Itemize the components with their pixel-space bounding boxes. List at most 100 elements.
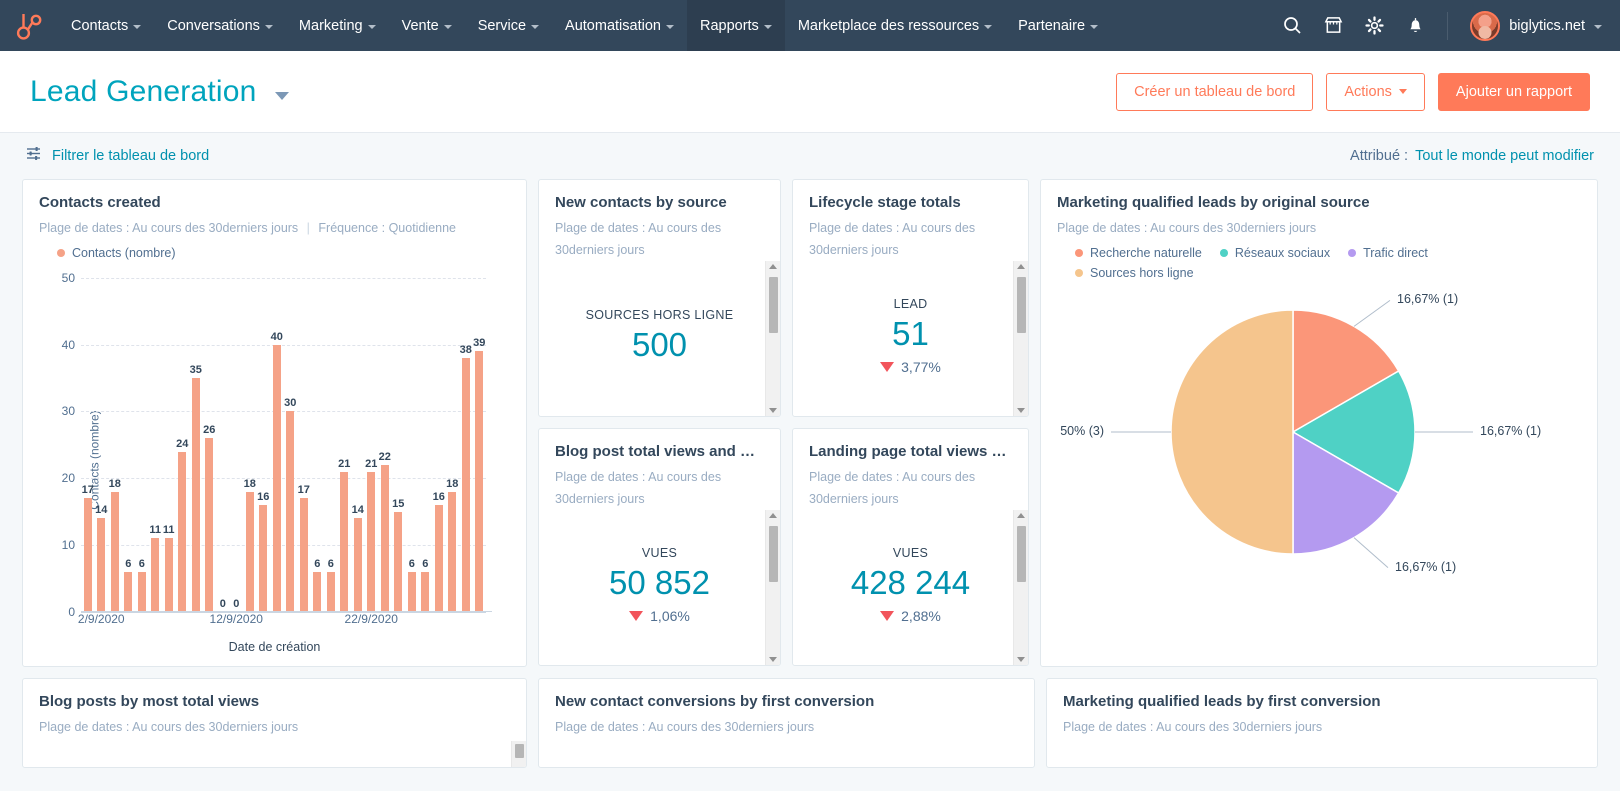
bar-slot[interactable]: 11 bbox=[149, 278, 163, 612]
bar[interactable] bbox=[421, 571, 430, 612]
bar-slot[interactable]: 0 bbox=[230, 278, 244, 612]
bar-slot[interactable]: 6 bbox=[135, 278, 149, 612]
marketplace-icon[interactable] bbox=[1324, 16, 1343, 35]
bar[interactable] bbox=[286, 411, 295, 612]
scrollbar-thumb[interactable] bbox=[1017, 526, 1026, 582]
nav-item-vente[interactable]: Vente bbox=[389, 0, 465, 51]
bar[interactable] bbox=[110, 491, 119, 612]
bar[interactable] bbox=[151, 538, 160, 612]
bar-slot[interactable]: 39 bbox=[473, 278, 487, 612]
bar-slot[interactable]: 18 bbox=[108, 278, 122, 612]
bar[interactable] bbox=[299, 498, 308, 612]
bar[interactable] bbox=[367, 471, 376, 612]
bar-slot[interactable]: 21 bbox=[365, 278, 379, 612]
nav-item-automatisation[interactable]: Automatisation bbox=[552, 0, 687, 51]
bar[interactable] bbox=[475, 351, 484, 612]
create-dashboard-button[interactable]: Créer un tableau de bord bbox=[1116, 72, 1314, 111]
legend-item[interactable]: Contacts (nombre) bbox=[57, 246, 176, 260]
dashboard-title-selector[interactable]: Lead Generation bbox=[30, 75, 289, 109]
mql-original-source-pie-chart[interactable]: 16,67% (1) 16,67% (1) 16,67% (1) 50% (3) bbox=[1041, 280, 1597, 598]
bar[interactable] bbox=[461, 358, 470, 612]
card-scrollbar[interactable] bbox=[1013, 261, 1028, 416]
bar-slot[interactable]: 16 bbox=[432, 278, 446, 612]
actions-menu-button[interactable]: Actions bbox=[1326, 72, 1425, 111]
scroll-down-arrow-icon[interactable] bbox=[769, 657, 777, 662]
card-scrollbar[interactable] bbox=[765, 261, 780, 416]
card-scrollbar[interactable] bbox=[1013, 510, 1028, 665]
bar[interactable] bbox=[326, 571, 335, 612]
bar-slot[interactable]: 17 bbox=[81, 278, 95, 612]
bar-slot[interactable]: 22 bbox=[378, 278, 392, 612]
bar[interactable] bbox=[83, 498, 92, 612]
bar[interactable] bbox=[380, 464, 389, 612]
bar[interactable] bbox=[434, 505, 443, 612]
bar-slot[interactable]: 15 bbox=[392, 278, 406, 612]
bar[interactable] bbox=[137, 571, 146, 612]
scroll-down-arrow-icon[interactable] bbox=[1017, 657, 1025, 662]
legend-item[interactable]: Réseaux sociaux bbox=[1219, 246, 1330, 260]
scroll-down-arrow-icon[interactable] bbox=[769, 408, 777, 413]
bar-slot[interactable]: 38 bbox=[459, 278, 473, 612]
bar-slot[interactable]: 18 bbox=[446, 278, 460, 612]
hubspot-sprocket-logo-icon[interactable] bbox=[0, 11, 58, 41]
pie-slice[interactable] bbox=[1170, 309, 1294, 555]
bar-slot[interactable]: 30 bbox=[284, 278, 298, 612]
bar[interactable] bbox=[353, 518, 362, 612]
nav-item-partenaire[interactable]: Partenaire bbox=[1005, 0, 1111, 51]
bar-slot[interactable]: 14 bbox=[95, 278, 109, 612]
nav-item-marketing[interactable]: Marketing bbox=[286, 0, 389, 51]
bar-slot[interactable]: 16 bbox=[257, 278, 271, 612]
account-menu[interactable]: biglytics.net bbox=[1470, 10, 1602, 41]
nav-item-marketplace-des-ressources[interactable]: Marketplace des ressources bbox=[785, 0, 1005, 51]
bar-slot[interactable]: 17 bbox=[297, 278, 311, 612]
bar[interactable] bbox=[164, 538, 173, 612]
scroll-up-arrow-icon[interactable] bbox=[1017, 513, 1025, 518]
bar-slot[interactable]: 18 bbox=[243, 278, 257, 612]
bar[interactable] bbox=[191, 378, 200, 612]
bar[interactable] bbox=[245, 491, 254, 612]
bar[interactable] bbox=[340, 471, 349, 612]
bar[interactable] bbox=[205, 438, 214, 612]
bar[interactable] bbox=[259, 505, 268, 612]
nav-item-contacts[interactable]: Contacts bbox=[58, 0, 154, 51]
add-report-button[interactable]: Ajouter un rapport bbox=[1437, 72, 1590, 111]
bar-slot[interactable]: 0 bbox=[216, 278, 230, 612]
card-scrollbar[interactable] bbox=[511, 741, 526, 767]
bar-slot[interactable]: 11 bbox=[162, 278, 176, 612]
bar-slot[interactable]: 14 bbox=[351, 278, 365, 612]
bar[interactable] bbox=[448, 491, 457, 612]
bar-slot[interactable]: 26 bbox=[203, 278, 217, 612]
notifications-bell-icon[interactable] bbox=[1406, 16, 1425, 35]
scrollbar-thumb[interactable] bbox=[1017, 277, 1026, 333]
legend-item[interactable]: Recherche naturelle bbox=[1075, 246, 1202, 260]
gear-icon[interactable] bbox=[1365, 16, 1384, 35]
nav-item-conversations[interactable]: Conversations bbox=[154, 0, 286, 51]
bar[interactable] bbox=[178, 451, 187, 612]
bar[interactable] bbox=[407, 571, 416, 612]
scroll-down-arrow-icon[interactable] bbox=[1017, 408, 1025, 413]
scroll-up-arrow-icon[interactable] bbox=[769, 264, 777, 269]
assigned-value-link[interactable]: Tout le monde peut modifier bbox=[1415, 148, 1594, 164]
scroll-up-arrow-icon[interactable] bbox=[1017, 264, 1025, 269]
bar-slot[interactable]: 6 bbox=[311, 278, 325, 612]
bar-slot[interactable]: 6 bbox=[419, 278, 433, 612]
nav-item-rapports[interactable]: Rapports bbox=[686, 0, 785, 51]
filter-dashboard-button[interactable]: Filtrer le tableau de bord bbox=[26, 146, 209, 166]
bar-slot[interactable]: 6 bbox=[324, 278, 338, 612]
bar[interactable] bbox=[272, 344, 281, 612]
scrollbar-thumb[interactable] bbox=[769, 526, 778, 582]
scroll-up-arrow-icon[interactable] bbox=[769, 513, 777, 518]
bar[interactable] bbox=[394, 511, 403, 612]
bar-slot[interactable]: 40 bbox=[270, 278, 284, 612]
bar-slot[interactable]: 6 bbox=[122, 278, 136, 612]
bar-slot[interactable]: 21 bbox=[338, 278, 352, 612]
bar-slot[interactable]: 24 bbox=[176, 278, 190, 612]
bar-slot[interactable]: 35 bbox=[189, 278, 203, 612]
scrollbar-thumb[interactable] bbox=[515, 744, 524, 758]
legend-item[interactable]: Trafic direct bbox=[1348, 246, 1428, 260]
bar[interactable] bbox=[97, 518, 106, 612]
bar[interactable] bbox=[124, 571, 133, 612]
card-scrollbar[interactable] bbox=[765, 510, 780, 665]
legend-item[interactable]: Sources hors ligne bbox=[1075, 266, 1581, 280]
search-icon[interactable] bbox=[1283, 16, 1302, 35]
